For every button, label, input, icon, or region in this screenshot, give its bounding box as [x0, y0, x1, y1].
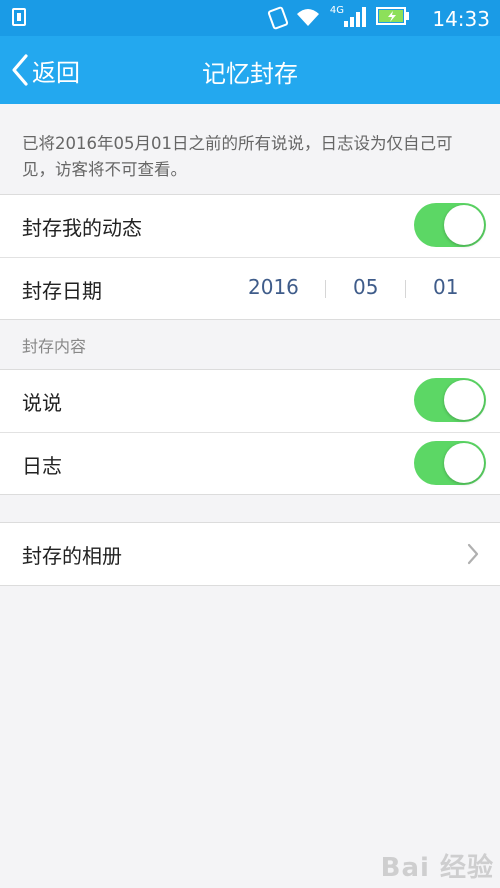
chevron-right-icon [467, 543, 479, 565]
toggle-knob [444, 205, 484, 245]
usb-icon [12, 8, 26, 26]
back-button[interactable]: 返回 [10, 50, 80, 90]
seal-date-month[interactable]: 05 [353, 275, 378, 299]
journal-toggle[interactable] [414, 441, 486, 485]
content-section-header: 封存内容 [22, 337, 87, 356]
title-bar: 返回 记忆封存 [0, 36, 500, 104]
seal-settings-group: 封存我的动态 封存日期 2016 05 01 [0, 194, 500, 320]
seal-my-feed-label: 封存我的动态 [22, 216, 142, 240]
date-divider [325, 280, 326, 298]
content-group: 说说 日志 [0, 369, 500, 495]
status-icons: 4G [266, 4, 410, 31]
seal-date-day[interactable]: 01 [433, 275, 458, 299]
shuoshuo-row: 说说 [0, 370, 500, 432]
battery-icon [376, 7, 410, 29]
journal-row: 日志 [0, 432, 500, 494]
signal-icon [344, 7, 366, 29]
vibrate-icon [266, 5, 289, 31]
seal-date-year[interactable]: 2016 [248, 275, 299, 299]
toggle-knob [444, 443, 484, 483]
notice-text: 已将2016年05月01日之前的所有说说，日志设为仅自己可见，访客将不可查看。 [22, 134, 453, 179]
wifi-icon [296, 7, 320, 29]
chevron-left-icon [12, 54, 28, 86]
toggle-knob [444, 380, 484, 420]
shuoshuo-toggle[interactable] [414, 378, 486, 422]
status-bar: 4G 14:33 [0, 0, 500, 36]
baidu-watermark: Bai 经验 [380, 853, 494, 883]
network-type: 4G [329, 4, 344, 16]
sealed-albums-row[interactable]: 封存的相册 [0, 523, 500, 585]
shuoshuo-label: 说说 [22, 391, 62, 415]
journal-label: 日志 [22, 454, 62, 478]
seal-date-row: 封存日期 2016 05 01 [0, 257, 500, 319]
albums-group: 封存的相册 [0, 522, 500, 586]
clock: 14:33 [432, 7, 490, 31]
date-divider [405, 280, 406, 298]
seal-my-feed-toggle[interactable] [414, 203, 486, 247]
seal-my-feed-row: 封存我的动态 [0, 195, 500, 257]
seal-date-label: 封存日期 [22, 279, 102, 303]
back-label: 返回 [32, 58, 80, 87]
sealed-albums-label: 封存的相册 [22, 544, 122, 568]
